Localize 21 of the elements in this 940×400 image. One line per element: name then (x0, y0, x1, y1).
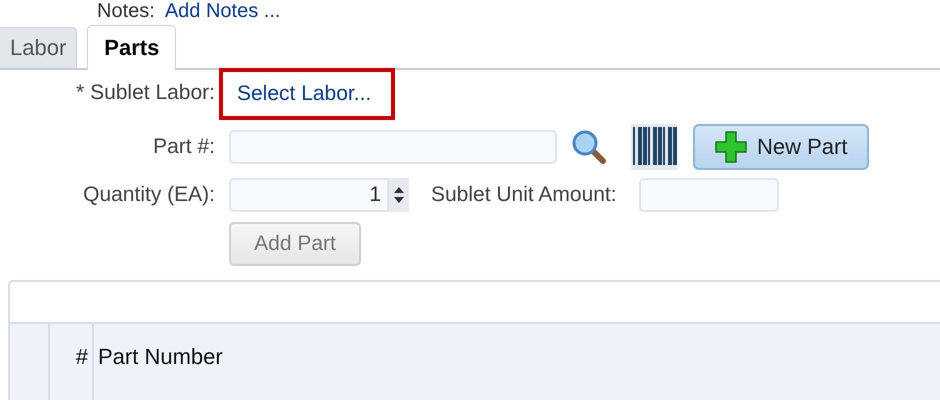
tab[interactable]: Labor (0, 27, 78, 68)
down-arrow-icon[interactable] (394, 197, 404, 203)
quantity-field[interactable]: 1 (229, 178, 389, 212)
column-header: # (50, 324, 94, 400)
add-notes-link[interactable]: Add Notes ... (164, 0, 280, 22)
column-header: Part Number (97, 343, 224, 371)
sublet-labor-label: * Sublet Labor: (76, 81, 215, 105)
new-part-button[interactable]: New Part (693, 124, 870, 170)
part-number-label: Part #: (153, 135, 215, 159)
sublet-unit-amount-label: Sublet Unit Amount: (431, 183, 617, 207)
barcode-icon[interactable] (631, 124, 677, 170)
plus-icon (715, 131, 747, 163)
up-arrow-icon[interactable] (394, 187, 404, 193)
sublet-unit-amount-field[interactable] (638, 178, 779, 212)
quantity-label: Quantity (EA): (83, 183, 215, 207)
part-number-field[interactable] (229, 130, 557, 164)
search-icon[interactable] (571, 129, 607, 165)
select-labor-link[interactable]: Select Labor... (219, 68, 396, 120)
notes-label: Notes: (97, 0, 155, 22)
tab[interactable]: Parts (87, 25, 176, 70)
spinner-control[interactable] (389, 178, 409, 212)
